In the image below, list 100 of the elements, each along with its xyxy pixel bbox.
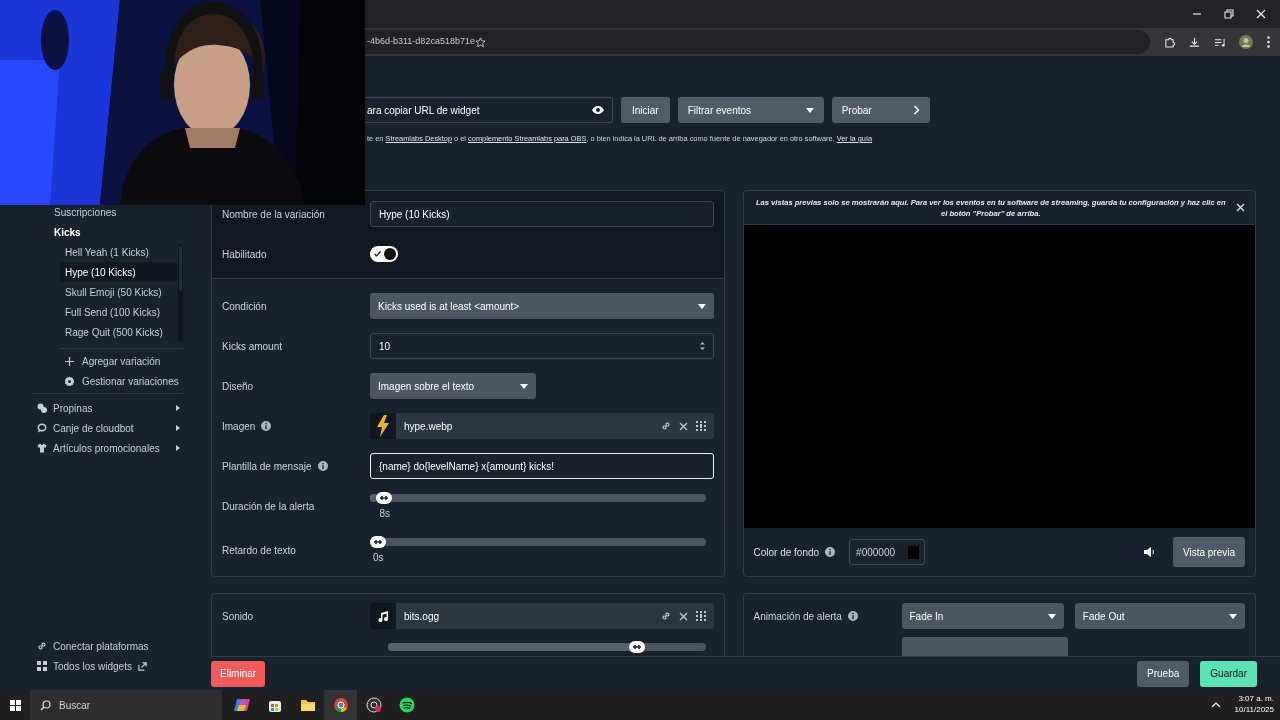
copilot-icon <box>233 697 250 713</box>
drag-grid-icon[interactable] <box>695 611 706 621</box>
caret-icon <box>1047 613 1056 619</box>
search-icon <box>40 699 51 711</box>
animation-in-select[interactable]: Fade In <box>901 603 1064 629</box>
slider-value: 0s <box>373 551 384 565</box>
field-label: Retardo de texto <box>222 544 296 558</box>
preview-button[interactable]: Vista previa <box>1172 537 1245 567</box>
sidebar-category[interactable]: Propinas <box>0 398 180 418</box>
filter-select[interactable]: Filtrar eventos <box>677 97 824 123</box>
color-field[interactable]: #000000 <box>849 539 926 565</box>
widget-url-field[interactable]: ara copiar URL de widget <box>365 97 613 123</box>
close-icon[interactable] <box>678 611 688 621</box>
media-list-icon[interactable] <box>1214 36 1225 48</box>
slider-thumb[interactable] <box>370 536 386 548</box>
slider-value: 8s <box>379 507 391 521</box>
info-icon[interactable] <box>825 547 836 557</box>
field-label: Habilitado <box>222 247 267 262</box>
field-label: Sonido <box>222 609 255 624</box>
star-icon[interactable] <box>474 36 486 48</box>
save-button[interactable]: Guardar <box>1200 660 1257 687</box>
field-label: Condición <box>222 299 267 314</box>
slider-track[interactable] <box>370 494 706 502</box>
template-field[interactable]: {name} do{levelName} x{amount} kicks! <box>370 453 714 479</box>
download-icon[interactable] <box>1189 36 1200 48</box>
address-text[interactable]: -4b6d-b311-d82ca518b71e <box>367 35 475 49</box>
record-app-icon <box>365 697 382 713</box>
link-icon[interactable] <box>660 611 671 621</box>
variation-item[interactable]: Hell Yeah (1 Kicks) <box>60 242 177 262</box>
field-label: Color de fondo <box>753 545 820 560</box>
sidebar-category[interactable]: Artículos promocionales <box>0 438 180 458</box>
taskbar-clock[interactable]: 3:07 a. m. 10/11/2025 <box>1234 694 1280 716</box>
link-icon <box>37 641 47 651</box>
caret-icon <box>697 303 706 309</box>
variation-item[interactable]: Rage Quit (500 Kicks) <box>60 322 177 342</box>
connect-platforms-link[interactable]: Conectar plataformas <box>0 636 180 656</box>
caret-icon <box>805 107 814 113</box>
folder-icon <box>299 697 316 713</box>
color-swatch[interactable] <box>908 545 920 559</box>
field-label: Animación de alerta <box>753 609 842 624</box>
check-icon <box>374 251 381 257</box>
test-alert-button[interactable]: Prueba <box>1137 660 1190 687</box>
toggle-switch[interactable] <box>370 246 398 262</box>
slider-thumb[interactable] <box>376 492 393 504</box>
all-widgets-link[interactable]: Todos los widgets <box>0 656 180 676</box>
field-label: Kicks amount <box>222 339 283 354</box>
field-label: Diseño <box>222 379 254 394</box>
layout-select[interactable]: Imagen sobre el texto <box>370 373 536 399</box>
taskbar-app[interactable] <box>324 690 357 720</box>
start-button[interactable]: Iniciar <box>621 97 670 123</box>
sidebar-category[interactable]: Canje de cloudbot <box>0 418 180 438</box>
more-icon[interactable] <box>1267 36 1270 48</box>
close-icon[interactable] <box>678 421 688 431</box>
chevron-up-icon[interactable] <box>1210 702 1221 708</box>
gear-icon <box>65 376 74 386</box>
eye-icon[interactable] <box>592 106 604 114</box>
caret-right-icon <box>176 405 180 411</box>
widgets-grid-icon <box>37 661 47 671</box>
volume-track[interactable] <box>388 643 706 651</box>
music-app-icon <box>398 697 415 713</box>
speaker-icon[interactable] <box>1143 547 1155 557</box>
field-label: Imagen <box>222 419 256 434</box>
chevron-right-icon <box>912 105 920 115</box>
field-label: Plantilla de mensaje <box>222 459 312 474</box>
select-field[interactable] <box>901 637 1068 656</box>
link-icon[interactable] <box>660 421 671 431</box>
coins-icon <box>37 403 47 413</box>
puzzle-icon[interactable] <box>1164 36 1175 48</box>
manage-variations-link[interactable]: Gestionar variaciones <box>0 371 200 391</box>
external-link-icon <box>137 661 147 671</box>
restore-icon[interactable] <box>1224 9 1234 19</box>
condition-select[interactable]: Kicks used is at least <amount> <box>370 293 714 319</box>
caret-icon <box>520 383 528 389</box>
caret-right-icon <box>176 425 180 431</box>
spinner-icon[interactable] <box>699 341 705 351</box>
add-variation-link[interactable]: Agregar variación <box>0 351 200 371</box>
variation-item[interactable]: Full Send (100 Kicks) <box>60 302 177 322</box>
info-icon[interactable] <box>847 611 858 621</box>
animation-out-select[interactable]: Fade Out <box>1074 603 1245 629</box>
sidebar-item[interactable]: Suscripciones <box>0 202 200 222</box>
caret-icon <box>1229 613 1237 619</box>
scrollbar[interactable] <box>178 244 183 341</box>
info-icon[interactable] <box>261 421 272 431</box>
field-label: Duración de la alerta <box>222 500 315 514</box>
chat-bubble-icon <box>37 423 47 433</box>
test-button[interactable]: Probar <box>831 97 930 123</box>
drag-grid-icon[interactable] <box>695 421 706 431</box>
info-icon[interactable] <box>317 461 328 471</box>
avatar-icon[interactable] <box>1239 35 1253 49</box>
sidebar-item[interactable]: Kicks <box>0 222 200 242</box>
variation-item[interactable]: Hype (10 Kicks) <box>60 262 177 282</box>
taskbar-search[interactable]: Buscar <box>30 690 222 720</box>
name-field[interactable]: Hype (10 Kicks) <box>370 201 714 227</box>
shirt-icon <box>37 443 47 453</box>
number-field[interactable]: 10 <box>370 333 714 359</box>
plus-icon <box>65 356 74 366</box>
volume-thumb[interactable] <box>629 641 646 653</box>
caret-right-icon <box>176 445 180 451</box>
slider-track[interactable] <box>370 538 706 546</box>
variation-item[interactable]: Skull Emoji (50 Kicks) <box>60 282 177 302</box>
